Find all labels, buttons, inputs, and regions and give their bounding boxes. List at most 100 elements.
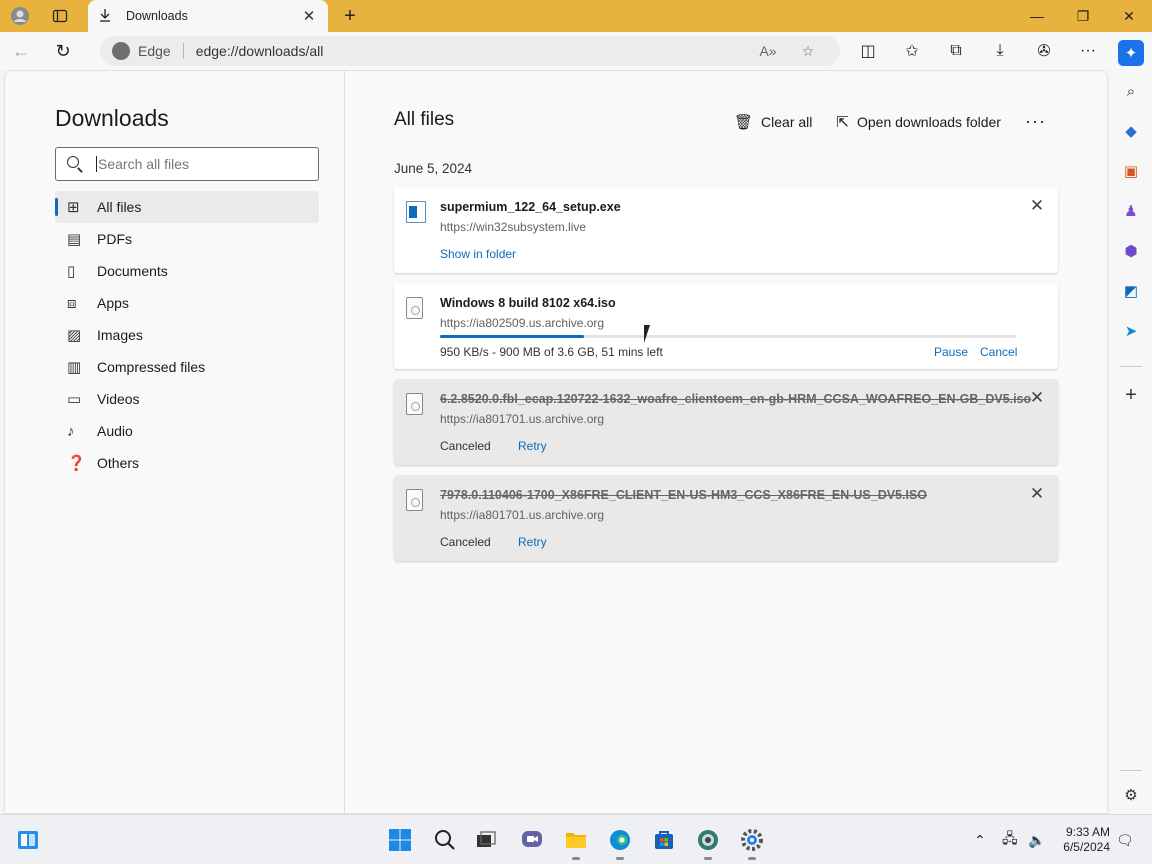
favorite-star-icon[interactable]: ☆ [788,43,828,60]
restore-button[interactable]: ❐ [1060,0,1106,32]
nav-label: Images [97,327,143,343]
mouse-cursor [644,325,656,343]
file-source-url[interactable]: https://ia801701.us.archive.org [440,508,604,522]
sidebar-divider-bottom [1120,770,1142,771]
downloads-main: All files 🗑 Clear all ⇱ Open downloads f… [346,71,1107,813]
nav-label: Videos [97,391,140,407]
file-name: 6.2.8520.0.fbl_ecap.120722-1632_woafre_c… [440,392,1032,406]
widgets-icon[interactable] [12,824,44,856]
downloads-toolbar-icon[interactable]: ⤓ [978,32,1022,70]
search-input[interactable] [96,156,296,172]
video-icon: ▭ [67,391,82,408]
network-icon[interactable]: 🖧 [1002,815,1018,864]
page-title: Downloads [55,105,169,131]
download-item-canceled[interactable]: 7978.0.110406-1700_X86FRE_CLIENT_EN-US-H… [394,475,1058,561]
search-taskbar-icon[interactable] [429,824,461,856]
remove-item-icon[interactable]: ✕ [1028,485,1046,503]
file-source-url[interactable]: https://ia802509.us.archive.org [440,316,604,330]
nav-label: Apps [97,295,129,311]
more-menu-icon[interactable]: ··· [1066,32,1110,70]
nav-item-all-files[interactable]: ⊞ All files [55,191,319,223]
nav-item-apps[interactable]: ⧈ Apps [55,287,319,319]
add-sidebar-app-icon[interactable]: + [1118,382,1144,408]
iso-file-icon [406,393,423,415]
grid-icon: ⊞ [67,199,80,216]
games-icon[interactable]: ♟ [1118,198,1144,224]
browser-app-icon[interactable] [692,824,724,860]
start-menu-icon[interactable] [384,824,416,856]
new-tab-button[interactable]: + [336,0,364,32]
nav-item-images[interactable]: ▨ Images [55,319,319,351]
nav-item-compressed-files[interactable]: ▥ Compressed files [55,351,319,383]
file-source-url[interactable]: https://ia801701.us.archive.org [440,412,604,426]
favorites-icon[interactable]: ✩ [890,32,934,70]
url-text[interactable]: edge://downloads/all [184,43,748,59]
nav-item-pdfs[interactable]: ▤ PDFs [55,223,319,255]
retry-link[interactable]: Retry [518,535,547,549]
file-source-url[interactable]: https://win32subsystem.live [440,220,586,234]
retry-link[interactable]: Retry [518,439,547,453]
chat-icon[interactable] [516,824,548,856]
file-explorer-icon[interactable] [560,824,592,860]
read-aloud-icon[interactable]: A» [748,43,788,59]
image-icon: ▨ [67,327,82,344]
tab-actions-icon[interactable] [40,0,80,32]
file-name[interactable]: Windows 8 build 8102 x64.iso [440,296,616,310]
copilot-icon[interactable]: ✦ [1118,40,1144,66]
minimize-button[interactable]: — [1014,0,1060,32]
drop-icon[interactable]: ➤ [1118,318,1144,344]
nav-item-audio[interactable]: ♪ Audio [55,415,319,447]
cancel-button[interactable]: Cancel [980,345,1017,359]
download-item[interactable]: supermium_122_64_setup.exe https://win32… [394,187,1058,273]
volume-icon[interactable]: 🔈 [1028,815,1045,864]
extensions-icon[interactable]: ✇ [1022,32,1066,70]
more-options-icon[interactable]: ··· [1025,111,1046,132]
open-downloads-folder-button[interactable]: ⇱ Open downloads folder [836,113,1001,131]
file-name[interactable]: supermium_122_64_setup.exe [440,200,621,214]
section-title: All files [394,109,455,130]
edge-taskbar-icon[interactable] [604,824,636,860]
task-view-icon[interactable] [470,824,502,856]
nav-item-videos[interactable]: ▭ Videos [55,383,319,415]
remove-item-icon[interactable]: ✕ [1028,389,1046,407]
tab-downloads[interactable]: Downloads ✕ [88,0,328,32]
search-box[interactable] [55,147,319,181]
shopping-tag-icon[interactable]: ◆ [1118,118,1144,144]
show-in-folder-link[interactable]: Show in folder [440,247,516,261]
download-status: Canceled [440,535,491,549]
search-icon[interactable]: ⌕ [1118,78,1144,104]
clear-all-button[interactable]: 🗑 Clear all [734,113,812,131]
address-bar[interactable]: Edge edge://downloads/all A» ☆ [100,36,840,66]
tools-icon[interactable]: ▣ [1118,158,1144,184]
system-clock[interactable]: 9:33 AM 6/5/2024 [1058,825,1110,855]
store-icon[interactable] [648,824,680,856]
nav-item-documents[interactable]: ▯ Documents [55,255,319,287]
address-source-label: Edge [138,43,184,59]
office-icon[interactable]: ⬢ [1118,238,1144,264]
download-item-in-progress[interactable]: Windows 8 build 8102 x64.iso https://ia8… [394,283,1058,369]
back-button[interactable]: ← [0,32,42,70]
pause-button[interactable]: Pause [934,345,968,359]
close-window-button[interactable]: ✕ [1106,0,1152,32]
nav-item-others[interactable]: ❓ Others [55,447,319,479]
settings-taskbar-icon[interactable] [736,824,768,860]
split-screen-icon[interactable]: ◫ [846,32,890,70]
open-external-icon: ⇱ [836,113,849,131]
iso-file-icon [406,489,423,511]
profile-avatar-icon[interactable] [0,0,40,32]
collections-icon[interactable]: ⧉ [934,32,978,70]
archive-icon: ▥ [67,359,82,376]
refresh-button[interactable]: ↻ [42,32,84,70]
tray-overflow-icon[interactable]: ⌃ [974,815,986,864]
pdf-icon: ▤ [67,231,82,248]
search-icon [66,155,84,173]
nav-label: Documents [97,263,168,279]
sidebar-settings-icon[interactable]: ⚙ [1118,782,1144,808]
download-item-canceled[interactable]: 6.2.8520.0.fbl_ecap.120722-1632_woafre_c… [394,379,1058,465]
outlook-icon[interactable]: ◩ [1118,278,1144,304]
clock-date: 6/5/2024 [1063,840,1110,854]
tab-close-icon[interactable]: ✕ [300,7,318,25]
notification-icon[interactable]: 🗨 [1116,815,1134,864]
remove-item-icon[interactable]: ✕ [1028,197,1046,215]
date-group-header: June 5, 2024 [394,161,473,176]
